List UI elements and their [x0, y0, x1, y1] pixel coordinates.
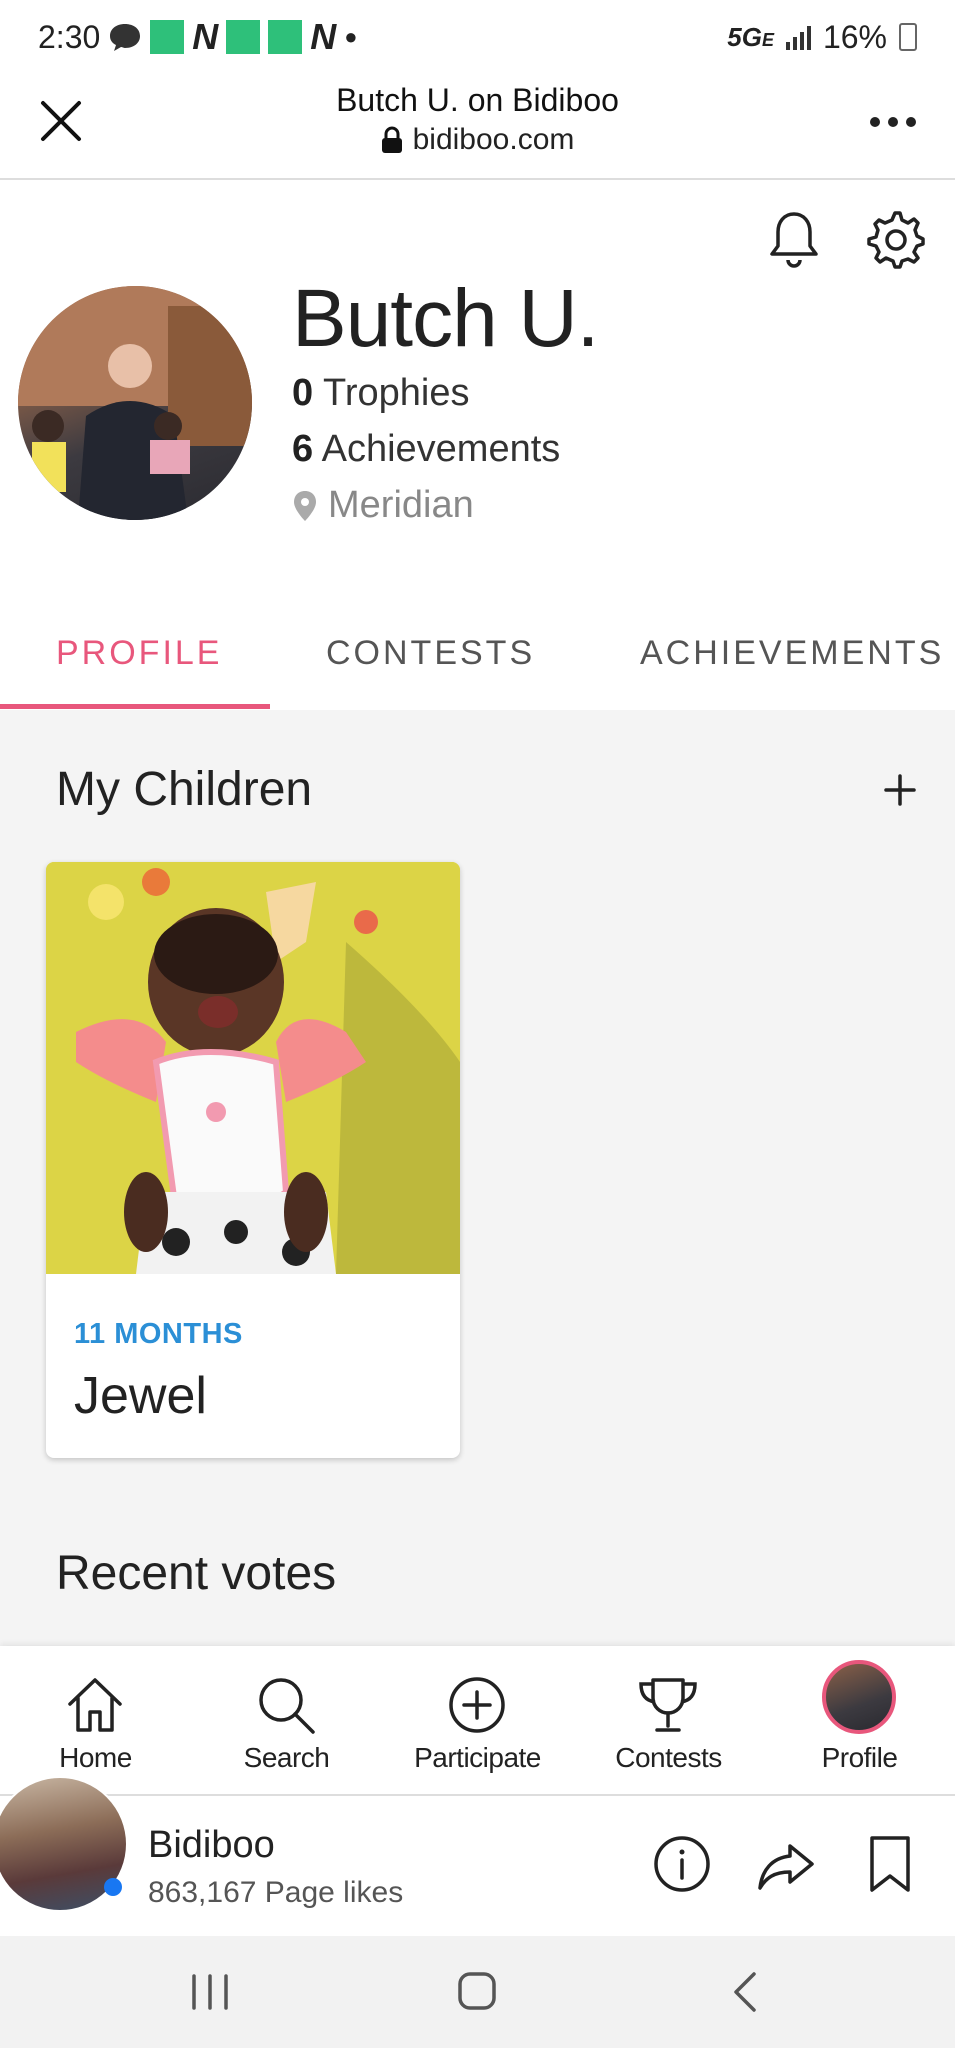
more-notifications-dot: ●: [344, 24, 358, 49]
message-icon: [110, 24, 141, 51]
add-child-button[interactable]: [876, 766, 924, 814]
avatar: [822, 1660, 896, 1734]
location-text: Meridian: [328, 484, 474, 526]
home-button[interactable]: [448, 1964, 508, 2020]
bookmark-icon: [870, 1836, 910, 1892]
nav-contests[interactable]: Contests: [573, 1646, 764, 1796]
bell-icon: [770, 212, 818, 268]
news-notification-icon: N: [310, 16, 337, 57]
nav-search[interactable]: Search: [191, 1646, 382, 1796]
my-children-heading: My Children: [56, 763, 313, 816]
tab-achievements[interactable]: ACHIEVEMENTS: [640, 634, 944, 673]
nav-participate[interactable]: Participate: [382, 1646, 573, 1796]
achievements-label: Achievements: [321, 428, 561, 470]
news-notification-icon: N: [192, 16, 219, 57]
network-type: 5GE: [727, 21, 774, 52]
profile-name: Butch U.: [292, 273, 599, 364]
app-notification-icon: [226, 20, 261, 54]
back-button[interactable]: [716, 1964, 776, 2020]
child-age: 11 MONTHS: [74, 1318, 243, 1350]
plus-circle-icon: [449, 1677, 505, 1733]
page-name[interactable]: Bidiboo: [148, 1824, 275, 1867]
status-bar: 2:30 N N ● 5GE 16%: [0, 0, 955, 74]
nav-search-label: Search: [243, 1742, 330, 1773]
bottom-navigation: Home Search Participate Contests Profile: [0, 1646, 955, 1796]
back-chevron-icon: [734, 1972, 756, 2012]
app-notification-icon: [150, 20, 185, 54]
child-name: Jewel: [74, 1367, 207, 1425]
trophies-stat: 0 Trophies: [292, 372, 469, 415]
info-button[interactable]: [650, 1832, 714, 1896]
save-button[interactable]: [858, 1832, 922, 1896]
trophies-label: Trophies: [323, 372, 470, 414]
app-notification-icon: [268, 20, 303, 54]
info-icon: [654, 1836, 710, 1892]
recent-apps-icon: [192, 1974, 228, 2010]
home-square-icon: [458, 1972, 496, 2010]
signal-icon: [785, 24, 811, 50]
more-dot: [870, 117, 880, 127]
location: Meridian: [292, 484, 474, 527]
nav-home[interactable]: Home: [0, 1646, 191, 1796]
tab-contests[interactable]: CONTESTS: [326, 634, 535, 673]
profile-photo: [18, 286, 252, 520]
more-options-button[interactable]: [865, 102, 921, 142]
trophies-count: 0: [292, 372, 314, 414]
home-icon: [68, 1678, 122, 1732]
recent-apps-button[interactable]: [180, 1964, 240, 2020]
system-navigation-bar: [0, 1936, 955, 2048]
settings-button[interactable]: [866, 208, 926, 272]
gear-icon: [867, 211, 925, 269]
share-icon: [758, 1844, 814, 1890]
nav-profile-label: Profile: [821, 1742, 898, 1773]
verified-badge-icon: [104, 1878, 122, 1896]
profile-avatar[interactable]: [18, 286, 252, 520]
achievements-stat: 6 Achievements: [292, 428, 560, 471]
trophy-icon: [639, 1678, 697, 1732]
facebook-page-banner: Bidiboo 863,167 Page likes: [0, 1776, 955, 1936]
more-dot: [888, 117, 898, 127]
battery-percent: 16%: [822, 18, 887, 55]
battery-icon: [899, 23, 917, 51]
achievements-count: 6: [292, 428, 314, 470]
page-likes: 863,167 Page likes: [148, 1876, 404, 1909]
plus-icon: [884, 774, 916, 806]
nav-contests-label: Contests: [615, 1742, 722, 1773]
notifications-button[interactable]: [764, 208, 824, 272]
page-title: Butch U. on Bidiboo: [336, 82, 619, 118]
location-pin-icon: [294, 490, 316, 521]
child-card[interactable]: 11 MONTHS Jewel: [46, 862, 460, 1458]
page-url: bidiboo.com: [0, 123, 955, 157]
browser-header: Butch U. on Bidiboo bidiboo.com: [0, 74, 955, 180]
nav-profile[interactable]: Profile: [764, 1646, 955, 1796]
status-time: 2:30: [38, 18, 101, 55]
child-photo-image: [46, 862, 460, 1274]
status-left: 2:30 N N ●: [38, 16, 358, 58]
nav-home-label: Home: [59, 1742, 132, 1773]
status-right: 5GE 16%: [727, 19, 917, 56]
search-icon: [259, 1678, 315, 1734]
tab-profile[interactable]: PROFILE: [56, 634, 222, 673]
page-title-block: Butch U. on Bidiboo bidiboo.com: [0, 82, 955, 157]
active-tab-indicator: [0, 704, 270, 709]
profile-tabs: PROFILE CONTESTS ACHIEVEMENTS: [0, 610, 955, 710]
nav-participate-label: Participate: [414, 1742, 541, 1773]
share-button[interactable]: [754, 1832, 818, 1896]
more-dot: [906, 117, 916, 127]
recent-votes-heading: Recent votes: [56, 1547, 337, 1600]
url-text: bidiboo.com: [412, 123, 575, 156]
lock-icon: [381, 126, 402, 153]
child-photo: [46, 862, 460, 1274]
